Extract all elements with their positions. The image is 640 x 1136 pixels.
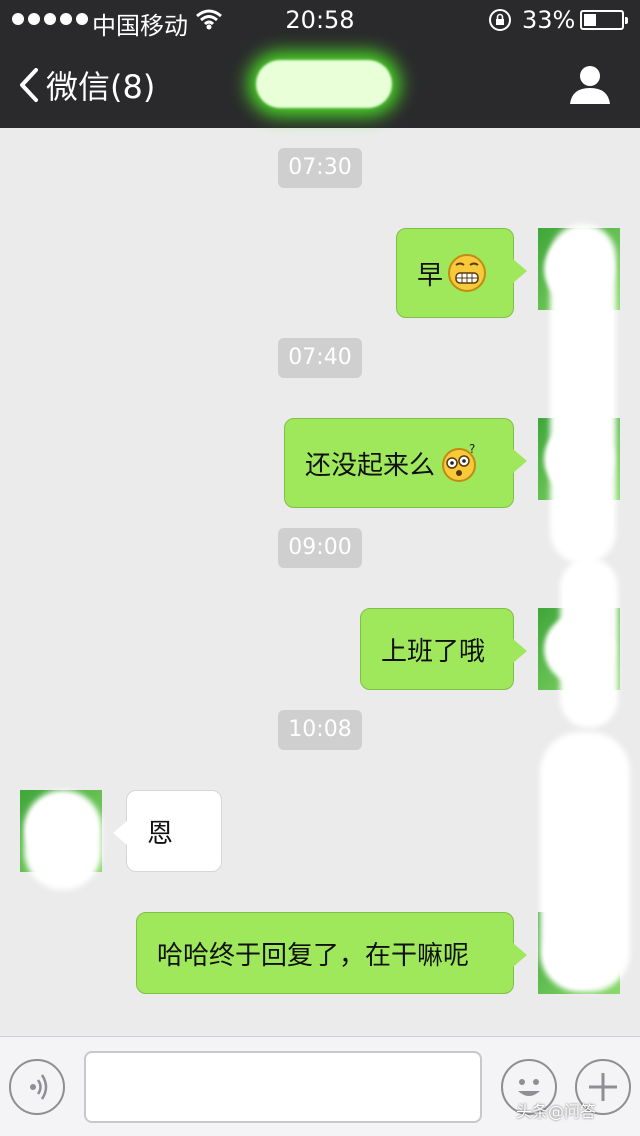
watermark: 头条@问答 [516,1102,597,1121]
battery-percent: 33% [522,6,576,34]
redaction-smear [550,224,616,564]
message-out-3[interactable]: 上班了哦 [360,608,527,690]
redacted-contact-name [256,60,392,108]
grin-emoji-icon [448,254,487,292]
status-bar: 中国移动 20:58 33% [0,0,640,40]
confused-emoji-icon: ? [442,443,477,482]
message-text: 还没起来么 [305,450,436,481]
voice-button[interactable] [9,1059,65,1115]
chat-area[interactable]: 07:30 早 07:40 还没起来么 ? 09:00 上班了哦 10:08 恩… [0,128,640,1036]
message-text: 早 [417,260,444,291]
timestamp-1008: 10:08 [278,710,362,750]
message-text: 上班了哦 [381,636,486,667]
message-input[interactable] [84,1051,482,1123]
timestamp-0900: 09:00 [278,528,362,568]
message-text: 恩 [147,818,174,849]
message-out-2[interactable]: 还没起来么 ? [284,418,527,508]
redaction-smear [540,732,630,992]
svg-text:?: ? [469,443,475,456]
message-out-4[interactable]: 哈哈终于回复了，在干嘛呢 [136,912,527,994]
redaction-smear [24,790,102,890]
back-button[interactable]: 微信(8) [18,62,155,108]
timestamp-0730: 07:30 [278,148,362,188]
chevron-left-icon [20,68,38,102]
redaction-smear [560,558,618,728]
timestamp-0740: 07:40 [278,338,362,378]
battery-icon [580,10,628,30]
profile-icon[interactable] [568,62,612,106]
rotation-lock-icon [489,9,511,31]
back-label: 微信(8) [46,68,156,106]
nav-bar: 微信(8) [0,40,640,128]
voice-icon [30,1074,48,1100]
message-in-1[interactable]: 恩 [113,790,222,872]
battery-fill [584,14,596,26]
message-text: 哈哈终于回复了，在干嘛呢 [157,940,470,971]
message-out-1[interactable]: 早 [396,228,527,318]
